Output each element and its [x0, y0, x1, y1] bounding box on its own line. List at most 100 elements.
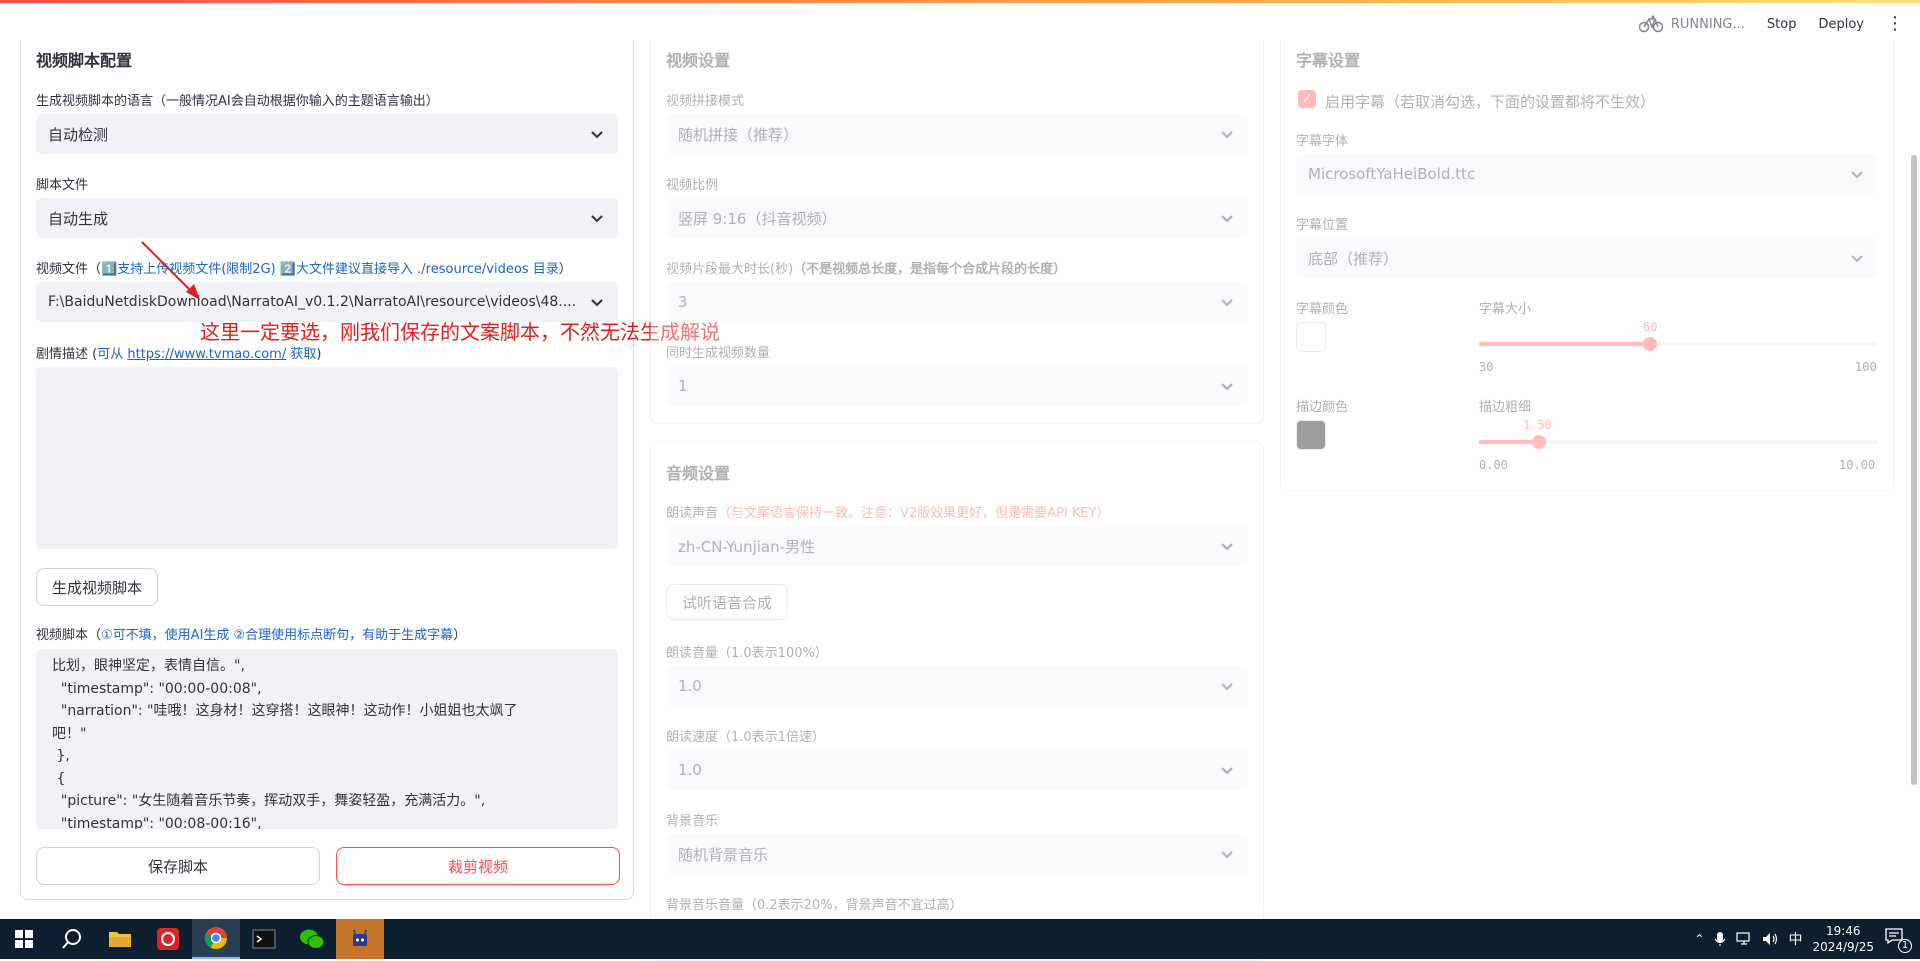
network-icon[interactable] [1736, 932, 1752, 946]
microphone-icon[interactable] [1714, 931, 1726, 947]
crop-video-button[interactable]: 裁剪视频 [336, 847, 620, 885]
taskbar-app-red[interactable] [144, 919, 192, 959]
stroke-width-fill [1479, 440, 1539, 444]
annotation-text: 这里一定要选，刚我们保存的文案脚本，不然无法生成解说 [200, 320, 720, 344]
search-icon [62, 929, 81, 949]
chevron-down-icon [591, 215, 603, 223]
volume-select[interactable]: 1.0 [666, 666, 1248, 706]
script-file-value: 自动生成 [48, 209, 109, 228]
chevron-down-icon [1221, 215, 1233, 223]
language-select[interactable]: 自动检测 [36, 114, 618, 154]
taskbar-wechat[interactable] [288, 919, 336, 959]
deploy-button[interactable]: Deploy [1818, 17, 1864, 32]
stroke-width-min: 0.00 [1479, 458, 1508, 472]
taskbar-chrome[interactable] [192, 919, 240, 959]
video-file-label-suffix: ） [558, 262, 572, 277]
bgm-label: 背景音乐 [666, 814, 719, 829]
bgm-value: 随机背景音乐 [678, 845, 769, 864]
save-script-button[interactable]: 保存脚本 [36, 847, 320, 885]
max-clip-length-select[interactable]: 3 [666, 282, 1248, 322]
subtitle-settings-panel: 字幕设置 ✓ 启用字幕（若取消勾选，下面的设置都将不生效） 字幕字体 Micro… [1280, 40, 1894, 492]
windows-start-button[interactable] [0, 919, 48, 959]
speed-value: 1.0 [678, 761, 702, 779]
audio-settings-title: 音频设置 [666, 464, 731, 483]
taskbar-clock[interactable]: 19:46 2024/9/25 [1812, 923, 1874, 955]
tvmao-link[interactable]: https://www.tvmao.com/ [127, 347, 286, 362]
taskbar-terminal[interactable] [240, 919, 288, 959]
video-script-textarea[interactable]: 比划，眼神坚定，表情自信。", "timestamp": "00:00-00:0… [36, 649, 618, 829]
stroke-width-thumb[interactable] [1532, 435, 1546, 449]
tray-expand-icon[interactable]: ⌃ [1694, 932, 1704, 946]
concat-mode-select[interactable]: 随机拼接（推荐） [666, 114, 1248, 154]
chevron-down-icon [1221, 299, 1233, 307]
notification-center-button[interactable]: 1 [1884, 927, 1912, 953]
plot-label-from: 可从 [97, 347, 128, 362]
enable-subtitle-checkbox[interactable]: ✓ [1298, 90, 1316, 108]
chevron-down-icon [1221, 131, 1233, 139]
video-file-label-prefix: 视频文件（ [36, 262, 102, 277]
video-file-hint-import: 2️⃣大文件建议直接导入 ./resource/videos 目录 [279, 262, 559, 277]
clock-time: 19:46 [1825, 924, 1861, 938]
video-script-label-suffix: ） [453, 628, 467, 643]
subtitle-color-swatch[interactable] [1296, 322, 1326, 352]
stroke-color-label: 描边颜色 [1296, 400, 1349, 415]
stroke-color-swatch[interactable] [1296, 420, 1326, 450]
chevron-down-icon [1221, 767, 1233, 775]
chevron-down-icon [1851, 171, 1863, 179]
script-config-panel: 视频脚本配置 生成视频脚本的语言（一般情况AI会自动根据你输入的主题语言输出） … [20, 40, 634, 900]
enable-subtitle-label: 启用字幕（若取消勾选，下面的设置都将不生效） [1325, 93, 1656, 111]
chevron-down-icon [591, 131, 603, 139]
subtitle-position-select[interactable]: 底部（推荐） [1296, 238, 1878, 278]
bicycle-icon [1638, 15, 1663, 33]
main-menu-kebab-icon[interactable]: ⋮ [1886, 15, 1904, 33]
subtitle-size-thumb[interactable] [1643, 337, 1657, 351]
plot-description-textarea[interactable] [36, 367, 618, 549]
voice-select[interactable]: zh-CN-Yunjian-男性 [666, 526, 1248, 566]
plot-label-prefix: 剧情描述 ( [36, 347, 98, 362]
max-clip-length-value: 3 [678, 293, 688, 311]
app-header: RUNNING... Stop Deploy ⋮ [0, 3, 1920, 45]
video-settings-title: 视频设置 [666, 51, 731, 70]
script-file-label: 脚本文件 [36, 178, 89, 193]
stop-button[interactable]: Stop [1767, 17, 1797, 32]
max-clip-length-text: 视频片段最大时长(秒) [666, 262, 794, 277]
wechat-icon [300, 929, 325, 949]
voice-value: zh-CN-Yunjian-男性 [678, 537, 816, 556]
voice-label: 朗读声音（与文案语言保持一致。注意：V2版效果更好，但是需要API KEY） [666, 502, 1110, 521]
generate-script-button[interactable]: 生成视频脚本 [36, 568, 158, 606]
language-value: 自动检测 [48, 125, 109, 144]
video-count-value: 1 [678, 377, 688, 395]
volume-icon[interactable] [1762, 932, 1778, 946]
subtitle-size-label: 字幕大小 [1479, 302, 1532, 317]
test-voice-button[interactable]: 试听语音合成 [666, 584, 788, 620]
ime-indicator[interactable]: 中 [1788, 929, 1802, 949]
terminal-icon [252, 929, 276, 949]
chevron-down-icon [1851, 255, 1863, 263]
subtitle-size-max: 100 [1855, 360, 1877, 374]
search-button[interactable] [48, 919, 96, 959]
subtitle-font-select[interactable]: MicrosoftYaHeiBold.ttc [1296, 154, 1878, 194]
volume-label: 朗读音量（1.0表示100%） [666, 646, 828, 661]
subtitle-font-value: MicrosoftYaHeiBold.ttc [1308, 165, 1476, 183]
notification-count: 1 [1898, 939, 1912, 953]
video-script-label: 视频脚本（①可不填，使用AI生成 ②合理使用标点断句，有助于生成字幕） [36, 624, 466, 643]
script-file-select[interactable]: 自动生成 [36, 198, 618, 238]
plot-description-label: 剧情描述 (可从 https://www.tvmao.com/ 获取) [36, 343, 321, 362]
running-indicator: RUNNING... [1638, 15, 1745, 33]
taskbar-file-explorer[interactable] [96, 919, 144, 959]
chevron-down-icon [1221, 851, 1233, 859]
video-script-content: 比划，眼神坚定，表情自信。", "timestamp": "00:00-00:0… [52, 658, 518, 829]
taskbar-app-active[interactable] [336, 919, 384, 959]
subtitle-size-min: 30 [1479, 360, 1494, 374]
page-scrollbar[interactable] [1911, 155, 1917, 785]
video-count-select[interactable]: 1 [666, 366, 1248, 406]
audio-settings-panel: 音频设置 朗读声音（与文案语言保持一致。注意：V2版效果更好，但是需要API K… [650, 441, 1264, 961]
aspect-ratio-select[interactable]: 竖屏 9:16（抖音视频） [666, 198, 1248, 238]
speed-select[interactable]: 1.0 [666, 750, 1248, 790]
chevron-down-icon [1221, 543, 1233, 551]
volume-value: 1.0 [678, 677, 702, 695]
bgm-select[interactable]: 随机背景音乐 [666, 834, 1248, 874]
video-settings-panel: 视频设置 视频拼接模式 随机拼接（推荐） 视频比例 竖屏 9:16（抖音视频） … [650, 40, 1264, 424]
video-script-label-prefix: 视频脚本（ [36, 628, 102, 643]
running-status-text: RUNNING... [1670, 16, 1745, 32]
